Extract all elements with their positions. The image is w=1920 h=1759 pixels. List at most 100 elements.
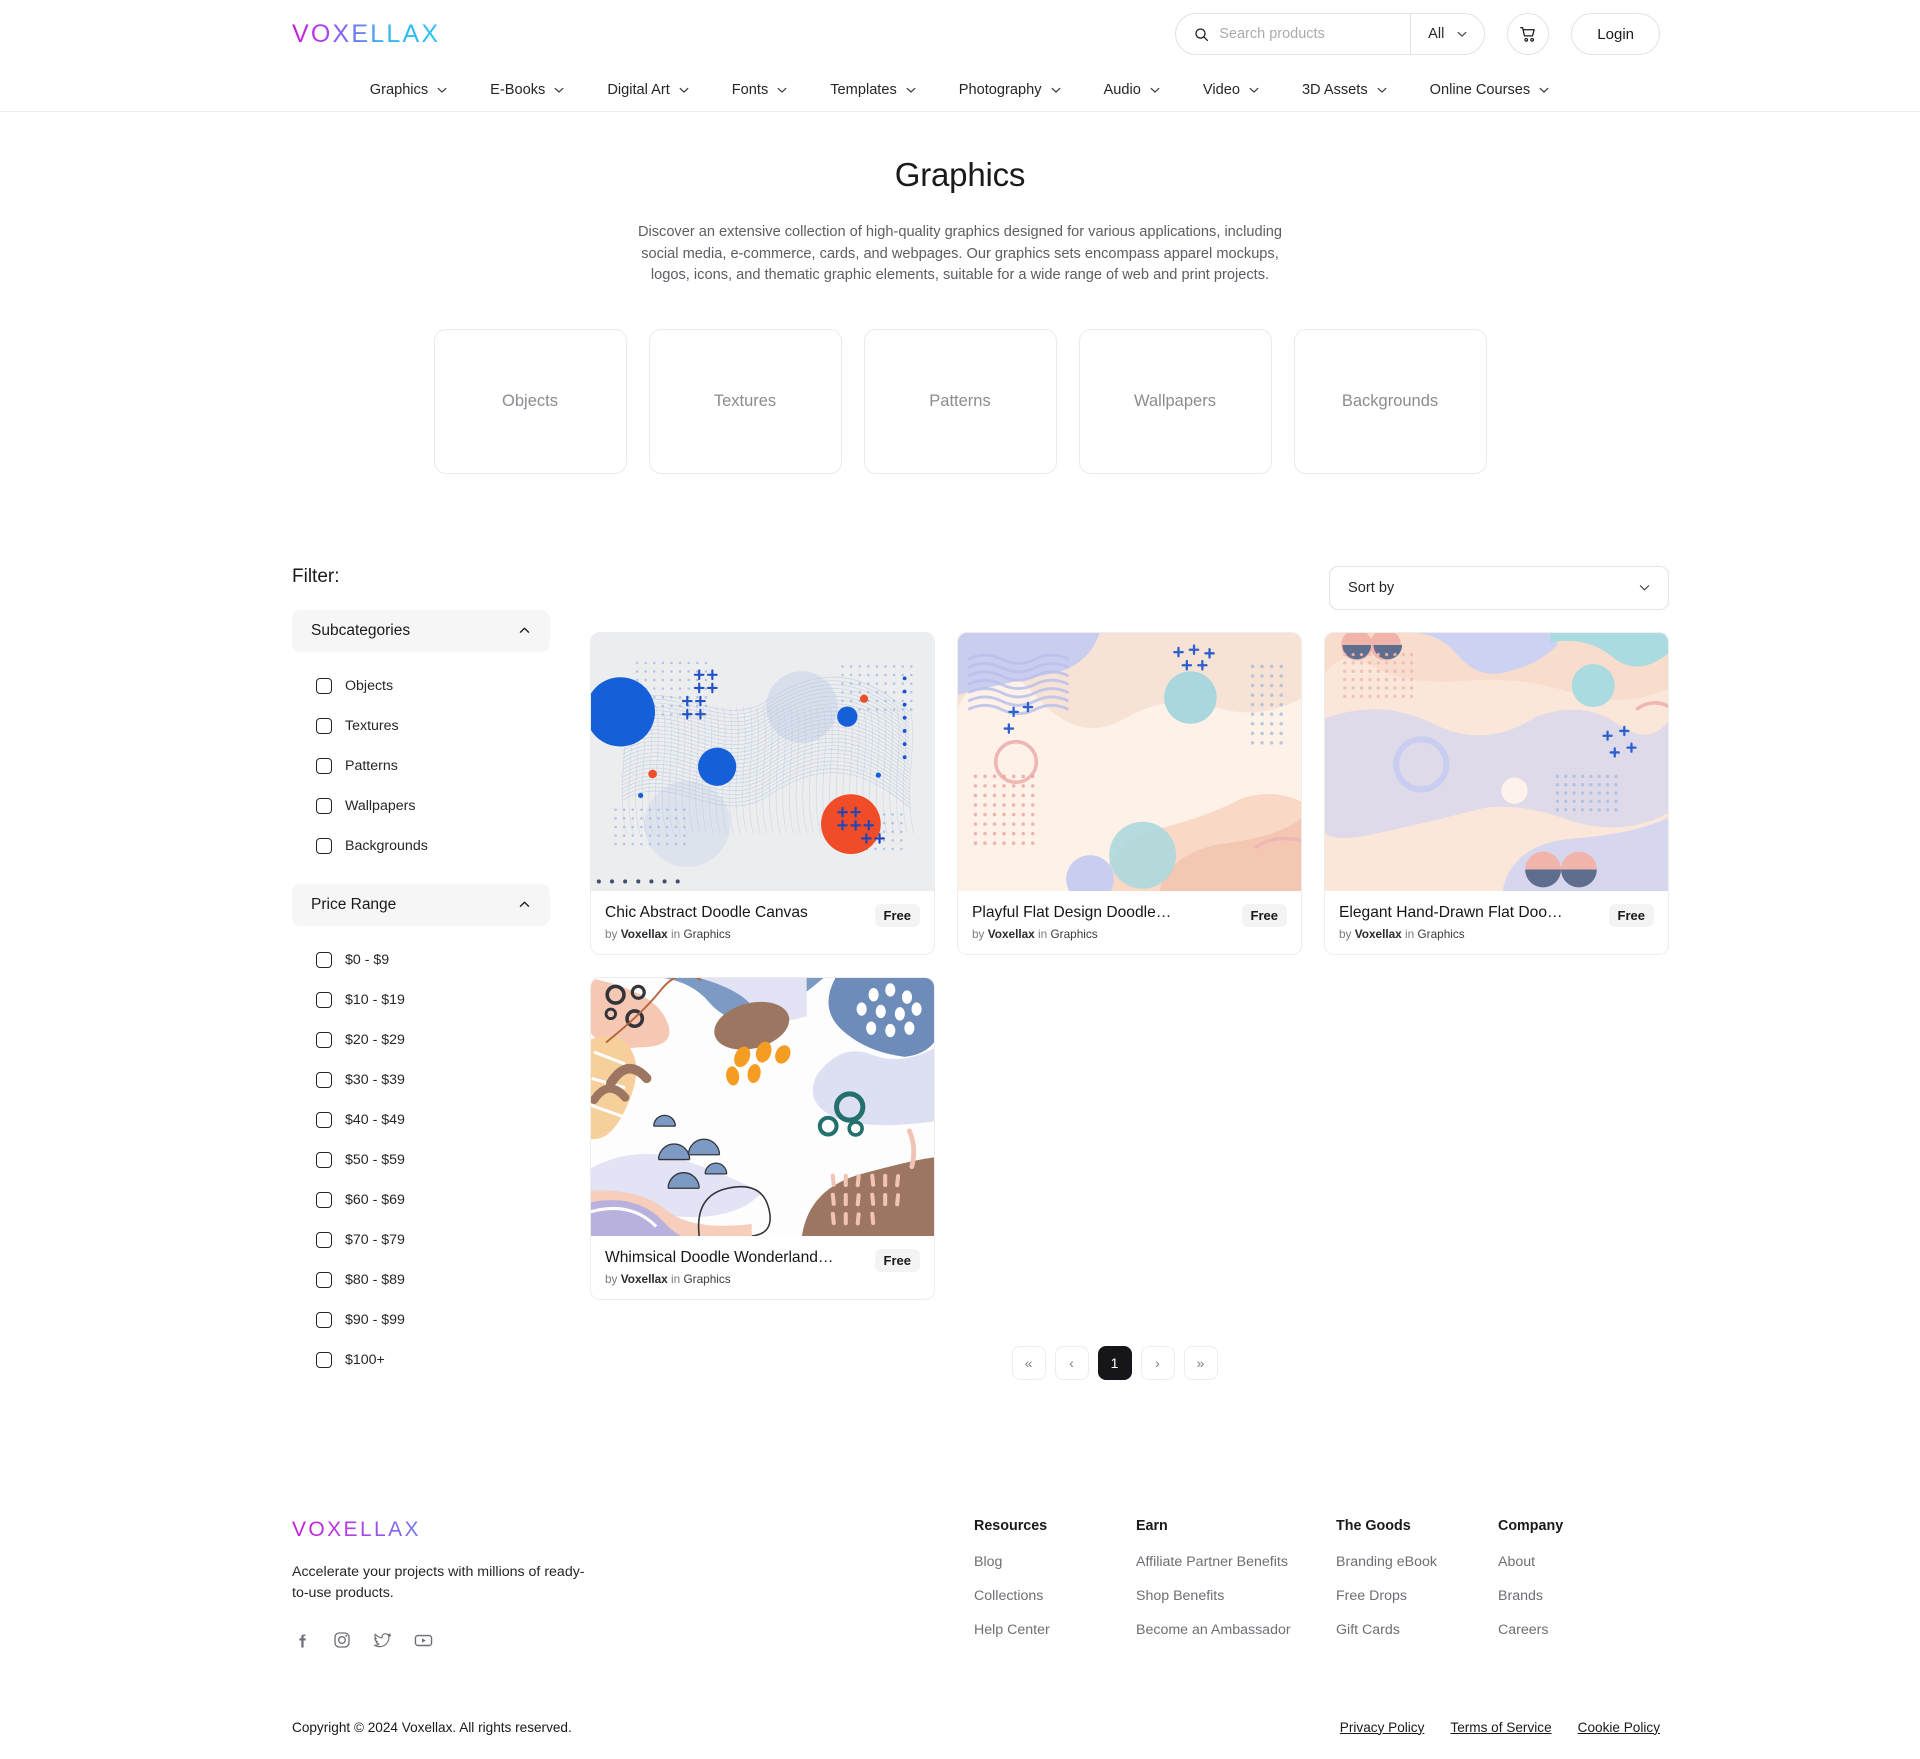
search-input[interactable] xyxy=(1219,26,1399,42)
product-text: Playful Flat Design Doodle… by Voxellax … xyxy=(972,903,1171,941)
page-root: VOXELLAX All xyxy=(0,0,1920,1759)
nav-item-label: Digital Art xyxy=(607,81,670,98)
footer-link[interactable]: Gift Cards xyxy=(1336,1622,1498,1638)
checkbox[interactable] xyxy=(316,757,332,774)
checkbox[interactable] xyxy=(316,1111,332,1128)
filter-option[interactable]: $0 - $9 xyxy=(316,940,550,980)
checkbox[interactable] xyxy=(316,1031,332,1048)
checkbox[interactable] xyxy=(316,1271,332,1288)
cart-button[interactable] xyxy=(1507,13,1550,55)
category-card-patterns[interactable]: Patterns xyxy=(863,328,1057,474)
chevron-up-icon xyxy=(519,901,530,907)
footer-link[interactable]: Branding eBook xyxy=(1336,1554,1498,1570)
nav-item-fonts[interactable]: Fonts xyxy=(711,82,810,98)
checkbox[interactable] xyxy=(316,951,332,968)
legal-link[interactable]: Privacy Policy xyxy=(1340,1720,1425,1735)
nav-item-label: Templates xyxy=(830,81,897,98)
category-card-wallpapers[interactable]: Wallpapers xyxy=(1078,328,1272,474)
footer-link[interactable]: Shop Benefits xyxy=(1136,1588,1336,1604)
filter-option-label: $10 - $19 xyxy=(345,991,405,1008)
sort-by-select[interactable]: Sort by xyxy=(1329,565,1669,610)
facebook-icon[interactable] xyxy=(292,1630,312,1650)
filter-option[interactable]: Wallpapers xyxy=(316,786,550,826)
product-card[interactable]: Elegant Hand-Drawn Flat Doodle… by Voxel… xyxy=(1324,631,1669,955)
filter-option[interactable]: Patterns xyxy=(316,746,550,786)
filter-option[interactable]: $30 - $39 xyxy=(316,1060,550,1100)
filter-option[interactable]: $20 - $29 xyxy=(316,1020,550,1060)
pagination-prev[interactable]: ‹ xyxy=(1054,1345,1089,1380)
checkbox[interactable] xyxy=(316,1351,332,1368)
brand-logo[interactable]: VOXELLAX xyxy=(292,20,440,49)
checkbox[interactable] xyxy=(316,837,332,854)
footer-link[interactable]: Help Center xyxy=(974,1622,1136,1638)
nav-item-photography[interactable]: Photography xyxy=(938,82,1083,98)
pagination: «‹ 1 ›» xyxy=(560,1345,1669,1380)
footer-link[interactable]: Blog xyxy=(974,1554,1136,1570)
product-card[interactable]: Playful Flat Design Doodle… by Voxellax … xyxy=(957,631,1302,955)
nav-item-label: 3D Assets xyxy=(1301,81,1368,98)
category-card-objects[interactable]: Objects xyxy=(433,328,627,474)
search-scope-dropdown[interactable]: All xyxy=(1410,14,1484,54)
filter-option[interactable]: Textures xyxy=(316,706,550,746)
nav-item-digital-art[interactable]: Digital Art xyxy=(586,82,710,98)
footer-logo[interactable]: VOXELLAX xyxy=(292,1518,592,1542)
checkbox[interactable] xyxy=(316,1231,332,1248)
twitter-icon[interactable] xyxy=(372,1630,393,1651)
nav-item-templates[interactable]: Templates xyxy=(809,82,938,98)
filter-option[interactable]: Backgrounds xyxy=(316,826,550,866)
filter-option[interactable]: $100+ xyxy=(316,1340,550,1380)
nav-item-3d-assets[interactable]: 3D Assets xyxy=(1281,82,1409,98)
footer-link[interactable]: Careers xyxy=(1498,1622,1660,1638)
checkbox[interactable] xyxy=(316,1191,332,1208)
filter-option[interactable]: $50 - $59 xyxy=(316,1140,550,1180)
checkbox[interactable] xyxy=(316,677,332,694)
pagination-first[interactable]: « xyxy=(1011,1345,1046,1380)
checkbox[interactable] xyxy=(316,991,332,1008)
checkbox[interactable] xyxy=(316,717,332,734)
filter-option[interactable]: $10 - $19 xyxy=(316,980,550,1020)
checkbox[interactable] xyxy=(316,797,332,814)
pagination-next[interactable]: › xyxy=(1140,1345,1175,1380)
category-card-row: Objects Textures Patterns Wallpapers Bac… xyxy=(0,328,1920,474)
filter-option[interactable]: $40 - $49 xyxy=(316,1100,550,1140)
header-actions: All Login xyxy=(1175,13,1660,55)
filter-group-toggle[interactable]: Price Range xyxy=(292,883,550,926)
checkbox[interactable] xyxy=(316,1151,332,1168)
footer-link[interactable]: Become an Ambassador xyxy=(1136,1622,1336,1638)
nav-item-video[interactable]: Video xyxy=(1182,82,1281,98)
filter-option[interactable]: $90 - $99 xyxy=(316,1300,550,1340)
youtube-icon[interactable] xyxy=(413,1630,434,1651)
legal-link[interactable]: Terms of Service xyxy=(1450,1720,1551,1735)
checkbox[interactable] xyxy=(316,1071,332,1088)
legal-link[interactable]: Cookie Policy xyxy=(1578,1720,1660,1735)
footer-link[interactable]: Collections xyxy=(974,1588,1136,1604)
login-button[interactable]: Login xyxy=(1571,13,1660,55)
filter-option[interactable]: Objects xyxy=(316,666,550,706)
nav-item-graphics[interactable]: Graphics xyxy=(349,82,469,98)
product-card[interactable]: Chic Abstract Doodle Canvas by Voxellax … xyxy=(590,631,935,955)
category-card-backgrounds[interactable]: Backgrounds xyxy=(1293,328,1487,474)
nav-item-audio[interactable]: Audio xyxy=(1083,82,1182,98)
filter-option-label: Objects xyxy=(345,677,394,694)
product-card[interactable]: Whimsical Doodle Wonderland… by Voxellax… xyxy=(590,976,935,1300)
search-bar[interactable]: All xyxy=(1175,13,1486,55)
product-price-badge: Free xyxy=(1608,903,1654,927)
filter-option-label: Wallpapers xyxy=(345,797,416,814)
footer-link[interactable]: Brands xyxy=(1498,1588,1660,1604)
filter-group-toggle[interactable]: Subcategories xyxy=(292,609,550,652)
checkbox[interactable] xyxy=(316,1311,332,1328)
footer-link[interactable]: About xyxy=(1498,1554,1660,1570)
nav-item-e-books[interactable]: E-Books xyxy=(469,82,586,98)
category-card-textures[interactable]: Textures xyxy=(648,328,842,474)
pagination-last[interactable]: » xyxy=(1183,1345,1218,1380)
footer-link[interactable]: Free Drops xyxy=(1336,1588,1498,1604)
footer-link[interactable]: Affiliate Partner Benefits xyxy=(1136,1554,1336,1570)
filter-option[interactable]: $70 - $79 xyxy=(316,1220,550,1260)
nav-item-online-courses[interactable]: Online Courses xyxy=(1409,82,1572,98)
filter-option[interactable]: $80 - $89 xyxy=(316,1260,550,1300)
footer-column-earn: Earn Affiliate Partner Benefits Shop Bene… xyxy=(1136,1518,1336,1656)
search-field-wrap[interactable] xyxy=(1176,26,1410,43)
filter-option[interactable]: $60 - $69 xyxy=(316,1180,550,1220)
instagram-icon[interactable] xyxy=(332,1630,352,1650)
pagination-page-1[interactable]: 1 xyxy=(1097,1345,1132,1380)
